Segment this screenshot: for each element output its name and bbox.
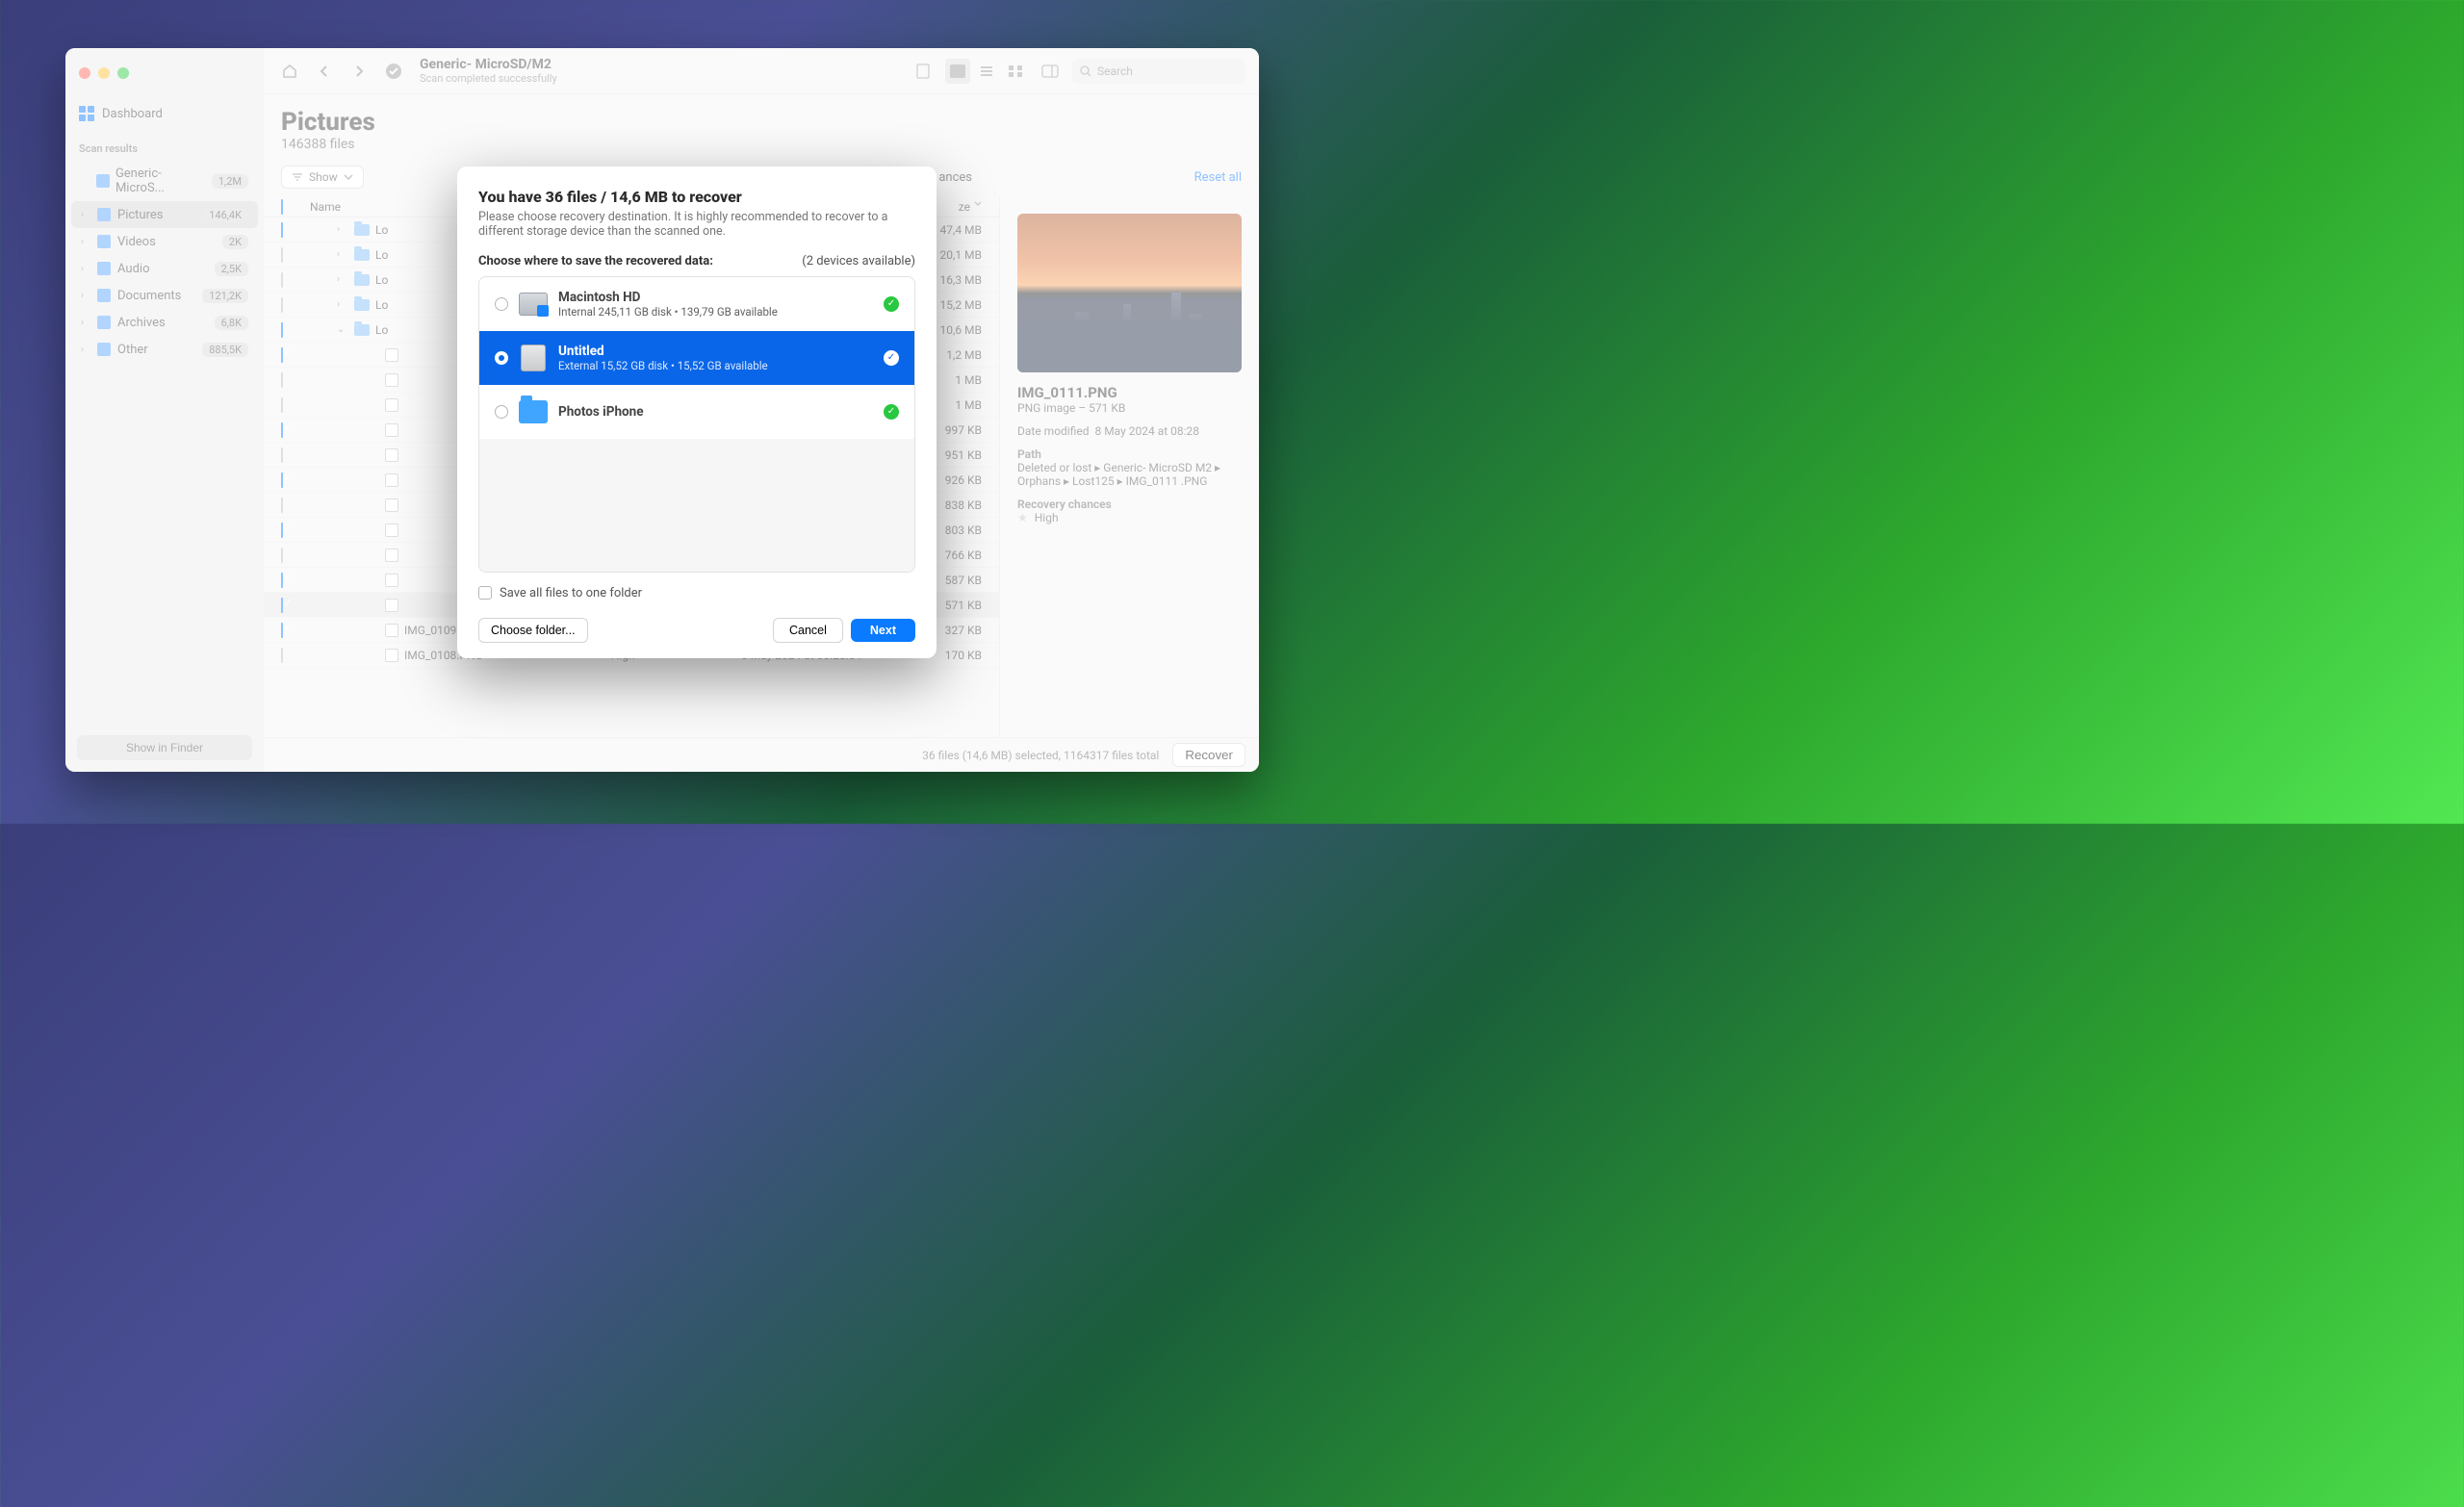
save-one-label: Save all files to one folder [500,586,642,600]
destination-list: Macintosh HDInternal 245,11 GB disk • 13… [478,276,915,573]
modal-description: Please choose recovery destination. It i… [478,210,915,239]
save-one-folder-option[interactable]: Save all files to one folder [478,586,915,600]
internal-disk-icon [518,289,549,319]
check-circle-icon: ✓ [884,350,899,366]
modal-devices-available: (2 devices available) [802,254,915,268]
modal-title: You have 36 files / 14,6 MB to recover [478,188,915,206]
destination-scrollbar[interactable] [479,562,914,572]
next-button[interactable]: Next [851,619,915,642]
destination-option[interactable]: Macintosh HDInternal 245,11 GB disk • 13… [479,277,914,331]
recovery-destination-dialog: You have 36 files / 14,6 MB to recover P… [457,166,937,658]
destination-option[interactable]: Photos iPhone ✓ [479,385,914,439]
modal-container: You have 36 files / 14,6 MB to recover P… [0,0,1394,824]
save-one-checkbox[interactable] [478,586,492,600]
radio-button[interactable] [495,297,508,311]
destination-name: Macintosh HD [558,290,778,305]
choose-folder-button[interactable]: Choose folder... [478,618,588,643]
radio-button[interactable] [495,405,508,419]
destination-option[interactable]: UntitledExternal 15,52 GB disk • 15,52 G… [479,331,914,385]
destination-name: Untitled [558,344,768,359]
cancel-button[interactable]: Cancel [773,618,843,643]
external-disk-icon [518,343,549,373]
check-circle-icon: ✓ [884,404,899,420]
destination-list-empty [479,439,914,562]
radio-button[interactable] [495,351,508,365]
destination-name: Photos iPhone [558,404,644,420]
modal-choose-label: Choose where to save the recovered data: [478,254,713,268]
destination-subtitle: External 15,52 GB disk • 15,52 GB availa… [558,359,768,372]
destination-subtitle: Internal 245,11 GB disk • 139,79 GB avai… [558,305,778,319]
check-circle-icon: ✓ [884,296,899,312]
folder-icon [518,396,549,427]
